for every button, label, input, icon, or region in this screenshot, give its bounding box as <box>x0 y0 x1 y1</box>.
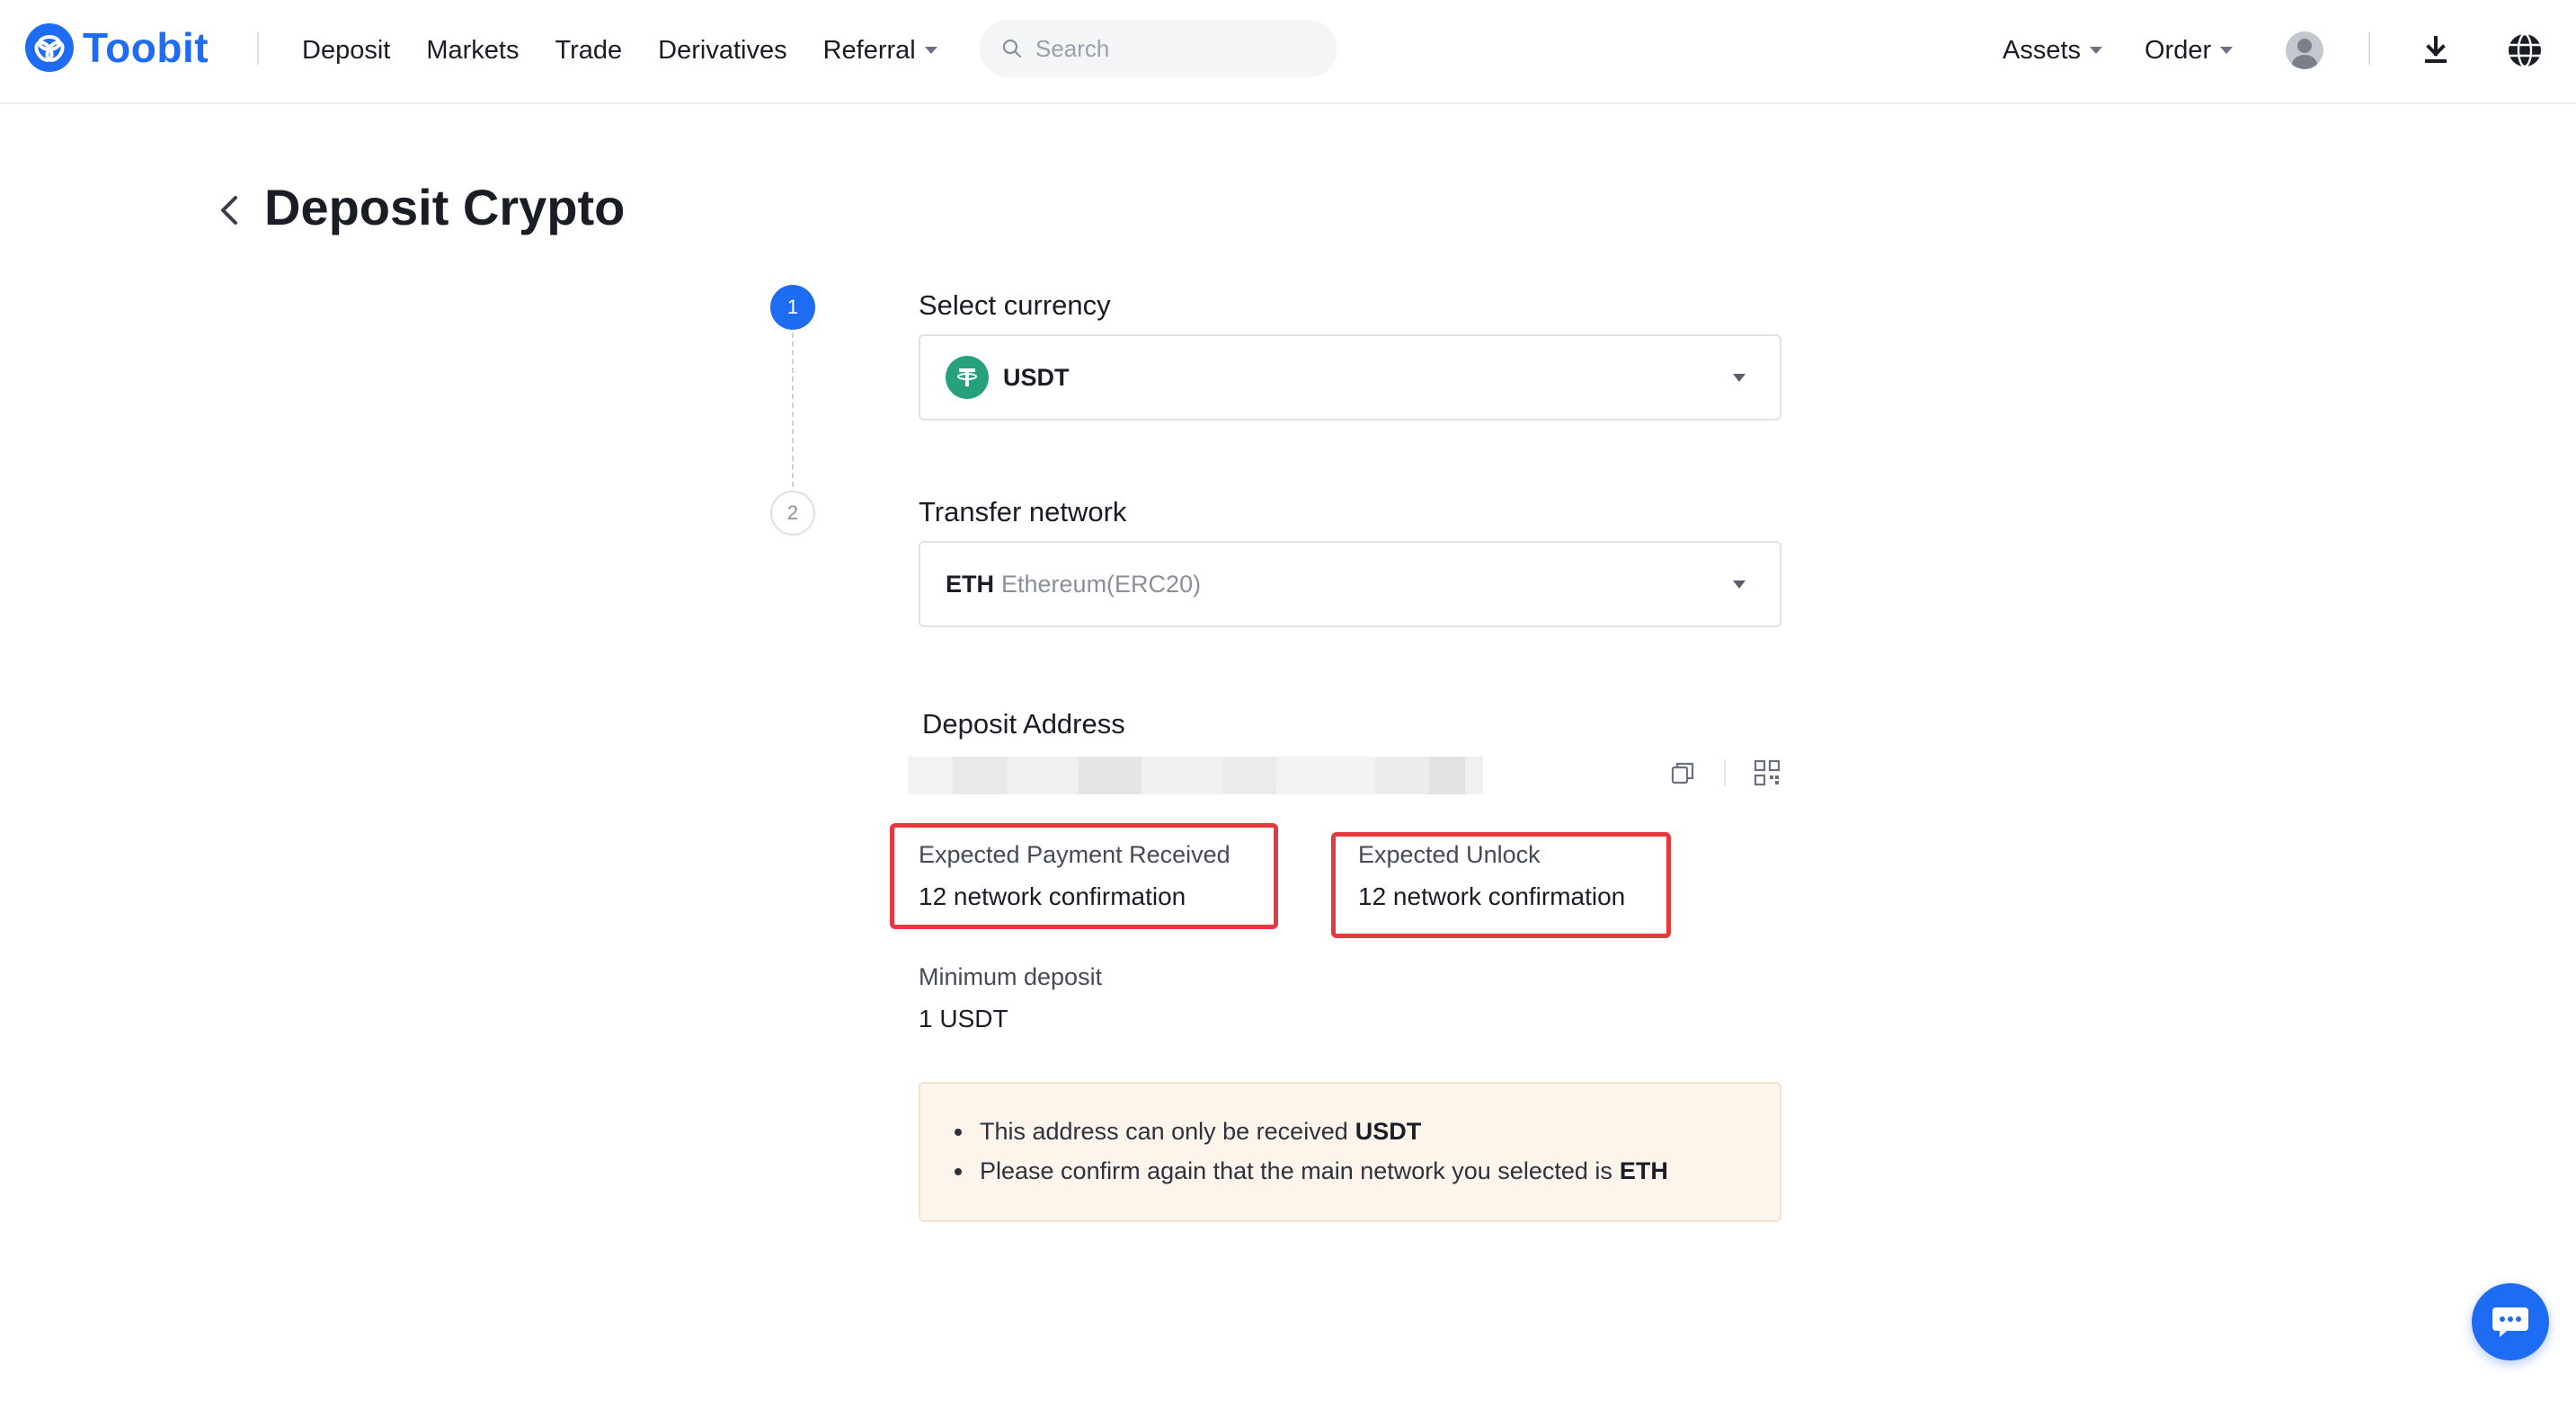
header-divider <box>257 32 259 65</box>
copy-icon <box>1671 762 1694 784</box>
bullet-icon <box>955 1167 962 1175</box>
chevron-down-icon <box>2090 47 2103 54</box>
order-label: Order <box>2145 35 2212 65</box>
deposit-address-value[interactable] <box>908 757 1483 794</box>
user-menu[interactable] <box>2286 0 2323 101</box>
download-icon <box>2425 36 2447 63</box>
nav-markets[interactable]: Markets <box>426 36 519 66</box>
assets-label: Assets <box>2003 35 2082 65</box>
notice-line-2: Please confirm again that the main netwo… <box>955 1157 1668 1185</box>
assets-menu[interactable]: Assets <box>2003 0 2103 101</box>
expected-payment-title: Expected Payment Received <box>919 841 1230 868</box>
expected-unlock-title: Expected Unlock <box>1358 841 1541 868</box>
bullet-icon <box>955 1128 962 1136</box>
page-title: Deposit Crypto <box>264 179 626 235</box>
chat-bubble-icon <box>2492 1307 2528 1337</box>
currency-label: Select currency <box>919 289 1111 321</box>
nav-referral-label: Referral <box>822 35 916 65</box>
order-menu[interactable]: Order <box>2145 0 2234 101</box>
nav-markets-label: Markets <box>426 35 520 65</box>
main-nav: Deposit Markets Trade Derivatives Referr… <box>302 0 937 101</box>
copy-button[interactable] <box>1666 757 1699 789</box>
avatar[interactable] <box>2286 31 2323 69</box>
brand-name: Toobit <box>83 24 209 71</box>
nav-derivatives[interactable]: Derivatives <box>658 36 786 66</box>
notice-line-2-network: ETH <box>1619 1157 1668 1184</box>
notice-line-1: This address can only be received USDT <box>955 1118 1421 1146</box>
search-bar[interactable] <box>980 20 1337 77</box>
notice-line-1-text: This address can only be received <box>980 1118 1348 1145</box>
minimum-deposit-value: 1 USDT <box>919 1005 1008 1032</box>
notice-line-1-currency: USDT <box>1355 1118 1422 1145</box>
network-label: Transfer network <box>919 496 1127 527</box>
expected-payment-value: 12 network confirmation <box>919 882 1186 910</box>
network-select[interactable]: ETH Ethereum(ERC20) <box>919 541 1781 627</box>
nav-derivatives-label: Derivatives <box>658 35 787 65</box>
header-divider <box>2368 32 2370 65</box>
network-name: Ethereum(ERC20) <box>1001 570 1202 598</box>
step-connector <box>792 332 794 487</box>
currency-selected-value: USDT <box>1003 363 1070 391</box>
deposit-notice: This address can only be received USDT P… <box>919 1082 1781 1222</box>
chevron-down-icon <box>2220 47 2234 54</box>
chevron-down-icon <box>1733 580 1745 589</box>
nav-trade[interactable]: Trade <box>555 36 622 66</box>
step-indicator-2: 2 <box>770 491 815 536</box>
nav-deposit[interactable]: Deposit <box>302 36 390 66</box>
action-divider <box>1724 759 1726 786</box>
search-icon <box>1002 39 1022 58</box>
search-input[interactable] <box>1035 34 1305 63</box>
expected-unlock-value: 12 network confirmation <box>1358 882 1626 910</box>
qr-code-icon <box>1754 759 1781 786</box>
currency-select[interactable]: USDT <box>919 334 1781 421</box>
toobit-logo[interactable]: Toobit <box>25 23 209 72</box>
download-button[interactable] <box>2420 0 2452 101</box>
globe-icon <box>2509 32 2541 68</box>
chevron-left-icon <box>221 196 237 225</box>
nav-trade-label: Trade <box>555 35 623 65</box>
back-button[interactable] <box>212 189 248 232</box>
toobit-logo-icon <box>25 23 74 72</box>
step-indicator-1: 1 <box>770 285 815 330</box>
tether-icon <box>946 356 989 399</box>
top-navbar: Toobit Deposit Markets Trade Derivatives… <box>0 0 2576 104</box>
chevron-down-icon <box>1733 374 1745 382</box>
expected-payment-highlight <box>890 823 1278 929</box>
network-code: ETH <box>946 570 994 598</box>
chevron-down-icon <box>924 47 937 54</box>
deposit-address-label: Deposit Address <box>922 708 1125 740</box>
notice-line-2-text: Please confirm again that the main netwo… <box>980 1157 1612 1184</box>
qr-code-button[interactable] <box>1751 757 1783 789</box>
nav-deposit-label: Deposit <box>302 35 391 65</box>
address-actions <box>1666 757 1783 789</box>
minimum-deposit-title: Minimum deposit <box>919 963 1103 990</box>
language-button[interactable] <box>2506 0 2544 101</box>
nav-referral[interactable]: Referral <box>823 36 937 66</box>
support-chat-button[interactable] <box>2472 1283 2549 1360</box>
